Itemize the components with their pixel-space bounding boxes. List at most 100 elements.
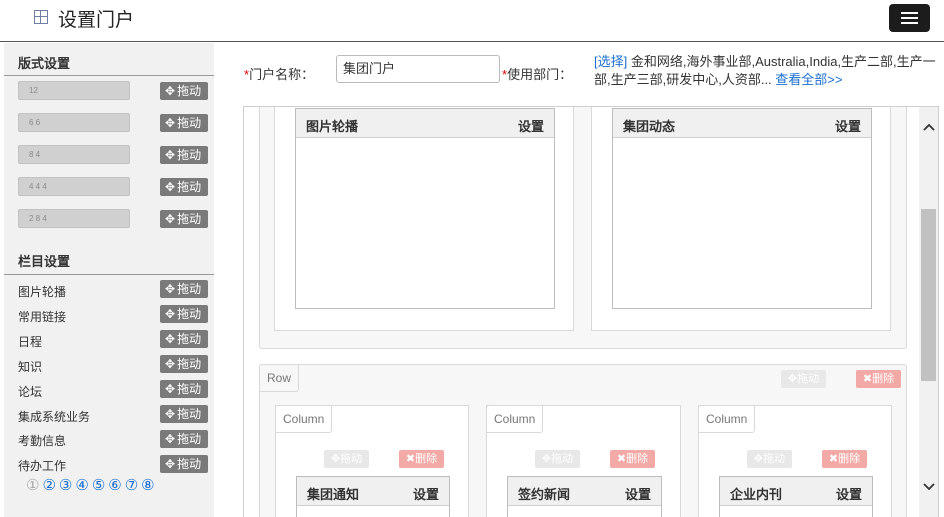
move-icon: ✥: [165, 457, 176, 471]
column-item: 论坛: [18, 385, 43, 399]
drag-button[interactable]: ✥ 拖动: [160, 430, 208, 448]
portlet-header: 签约新闻 设置: [508, 477, 661, 506]
page-link[interactable]: ④: [75, 477, 88, 494]
column-drag-button[interactable]: ✥拖动: [747, 450, 792, 468]
portal-name-label-text: 门户名称：: [249, 67, 315, 82]
layout-preset[interactable]: 8 4: [18, 145, 130, 164]
drag-button[interactable]: ✥ 拖动: [160, 330, 208, 348]
layout-preset[interactable]: 2 8 4: [18, 209, 130, 228]
page-link[interactable]: ②: [42, 477, 55, 494]
portlet-group-notice: 集团通知 设置: [296, 476, 450, 517]
page-link-current: ①: [26, 477, 40, 494]
move-icon: ✥: [165, 307, 176, 321]
menu-button[interactable]: [889, 4, 930, 32]
layout-column: Column ✥拖动 ✖删除 签约新闻 设置: [486, 405, 681, 517]
vertical-scrollbar[interactable]: [919, 107, 938, 517]
column-tag: Column: [486, 405, 544, 433]
move-icon: ✥: [541, 453, 552, 465]
drag-button[interactable]: ✥ 拖动: [160, 305, 208, 323]
drag-label: 拖动: [177, 382, 202, 396]
portlet-settings-link[interactable]: 设置: [518, 116, 544, 135]
hamburger-icon-line: [901, 17, 918, 19]
row-delete-button[interactable]: ✖删除: [856, 370, 901, 388]
column-drag-button[interactable]: ✥拖动: [324, 450, 369, 468]
drag-button[interactable]: ✥ 拖动: [160, 380, 208, 398]
drag-label: 拖动: [177, 180, 202, 194]
column-delete-button[interactable]: ✖删除: [399, 450, 444, 468]
portlet-settings-link[interactable]: 设置: [836, 484, 862, 503]
column-drag-button[interactable]: ✥拖动: [535, 450, 580, 468]
pagination: ①②③④⑤⑥⑦⑧: [26, 476, 158, 494]
drag-button[interactable]: ✥ 拖动: [160, 82, 208, 100]
page-link[interactable]: ⑥: [108, 477, 121, 494]
layout-canvas: 图片轮播 设置 集团动态 设置 Row ✥拖动 ✖删除 Column ✥拖动 ✖…: [243, 106, 939, 517]
column-drag-label: 拖动: [340, 453, 363, 465]
move-icon: ✥: [165, 332, 176, 346]
move-icon: ✥: [165, 116, 176, 130]
drag-button[interactable]: ✥ 拖动: [160, 146, 208, 164]
move-icon: ✥: [165, 282, 176, 296]
drag-button[interactable]: ✥ 拖动: [160, 355, 208, 373]
move-icon: ✥: [165, 432, 176, 446]
column-item: 知识: [18, 360, 43, 374]
drag-label: 拖动: [177, 407, 202, 421]
scrollbar-thumb[interactable]: [921, 209, 936, 381]
layout-preset[interactable]: 12: [18, 81, 130, 100]
drag-button[interactable]: ✥ 拖动: [160, 280, 208, 298]
column-item: 日程: [18, 335, 43, 349]
portlet-settings-link[interactable]: 设置: [835, 116, 861, 135]
close-icon: ✖: [828, 453, 839, 465]
column-delete-button[interactable]: ✖删除: [822, 450, 867, 468]
layout-column: Column ✥拖动 ✖删除 企业内刊 设置: [698, 405, 892, 517]
drag-button[interactable]: ✥ 拖动: [160, 455, 208, 473]
move-icon: ✥: [165, 382, 176, 396]
portlet-company-journal: 企业内刊 设置: [719, 476, 873, 517]
row-drag-button[interactable]: ✥拖动: [781, 370, 826, 388]
move-icon: ✥: [165, 407, 176, 421]
drag-button[interactable]: ✥ 拖动: [160, 178, 208, 196]
page-link[interactable]: ⑧: [141, 477, 154, 494]
column-item: 常用链接: [18, 310, 67, 324]
layout-column: Column ✥拖动 ✖删除 集团通知 设置: [275, 405, 469, 517]
drag-button[interactable]: ✥ 拖动: [160, 114, 208, 132]
layout-preset[interactable]: 6 6: [18, 113, 130, 132]
divider: [4, 274, 214, 275]
portlet-header: 图片轮播 设置: [296, 109, 554, 138]
chevron-up-icon[interactable]: [919, 119, 938, 133]
drag-button[interactable]: ✥ 拖动: [160, 210, 208, 228]
portlet-header: 企业内刊 设置: [720, 477, 872, 506]
move-icon: ✥: [787, 373, 798, 385]
move-icon: ✥: [330, 453, 341, 465]
close-icon: ✖: [405, 453, 416, 465]
portlet-settings-link[interactable]: 设置: [625, 484, 651, 503]
layout-column: 集团动态 设置: [591, 107, 891, 331]
drag-label: 拖动: [177, 332, 202, 346]
close-icon: ✖: [862, 373, 873, 385]
move-icon: ✥: [165, 148, 176, 162]
column-item: 待办工作: [18, 459, 67, 473]
column-delete-button[interactable]: ✖删除: [610, 450, 655, 468]
page-link[interactable]: ⑤: [92, 477, 105, 494]
portal-name-input[interactable]: 集团门户: [336, 55, 500, 83]
portlet-settings-link[interactable]: 设置: [413, 484, 439, 503]
close-icon: ✖: [616, 453, 627, 465]
layout-row: Row ✥拖动 ✖删除 Column ✥拖动 ✖删除 集团通知 设置 Colum…: [259, 364, 907, 517]
divider: [4, 75, 214, 76]
portlet-title: 图片轮播: [306, 119, 359, 134]
portlet-title: 企业内刊: [730, 487, 783, 502]
column-drag-label: 拖动: [763, 453, 786, 465]
page-link[interactable]: ③: [59, 477, 72, 494]
drag-label: 拖动: [177, 84, 202, 98]
move-icon: ✥: [165, 212, 176, 226]
drag-label: 拖动: [177, 148, 202, 162]
grid-icon: [34, 10, 48, 24]
select-department-link[interactable]: [选择]: [594, 54, 627, 69]
layout-column: 图片轮播 设置: [274, 107, 574, 331]
drag-button[interactable]: ✥ 拖动: [160, 405, 208, 423]
layout-preset[interactable]: 4 4 4: [18, 177, 130, 196]
drag-label: 拖动: [177, 457, 202, 471]
page-link[interactable]: ⑦: [125, 477, 138, 494]
chevron-down-icon[interactable]: [919, 479, 938, 493]
column-drag-label: 拖动: [551, 453, 574, 465]
view-all-link[interactable]: 查看全部>>: [775, 72, 842, 87]
